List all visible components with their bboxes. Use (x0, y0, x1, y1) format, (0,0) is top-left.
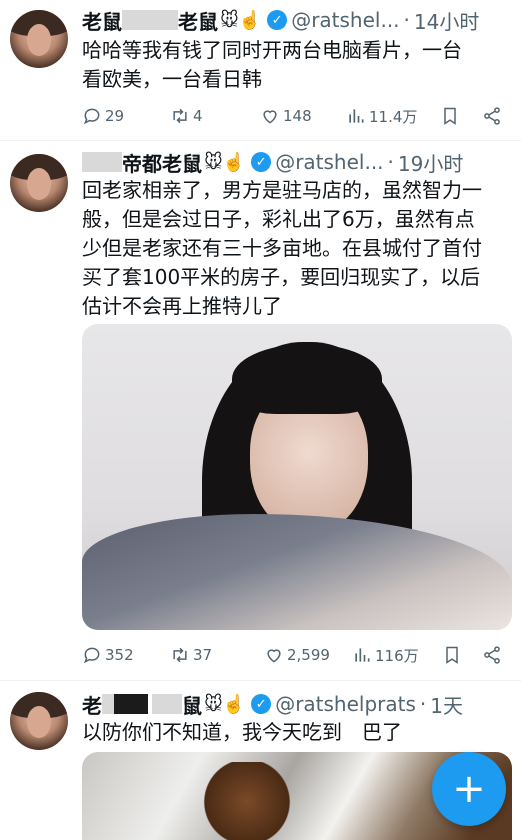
like-count: 2,599 (287, 646, 330, 664)
like-count: 148 (283, 107, 312, 125)
like-button[interactable]: 148 (260, 106, 346, 126)
avatar[interactable] (10, 10, 68, 68)
reply-icon (82, 106, 102, 126)
views-count: 116万 (375, 646, 419, 665)
tweet-text-line: 哈哈等我有钱了同时开两台电脑看片，一台 (82, 38, 462, 62)
reply-icon (82, 645, 102, 665)
tweet-text-line: 少但是老家还有三十多亩地。在县城付了首付 (82, 236, 482, 260)
reply-button[interactable]: 352 (82, 645, 170, 665)
compose-plus-icon[interactable]: + (432, 752, 506, 826)
views-count: 11.4万 (369, 107, 418, 126)
bookmark-icon (442, 645, 462, 665)
tweet-photo[interactable] (82, 324, 512, 630)
bookmark-button[interactable] (442, 645, 482, 665)
share-button[interactable] (482, 106, 502, 126)
timestamp[interactable]: 1天 (430, 690, 463, 718)
separator-dot: · (387, 150, 394, 174)
share-icon (482, 645, 502, 665)
tweet-text-line: 看欧美，一台看日韩 (82, 67, 262, 91)
verified-icon: ✓ (267, 10, 288, 30)
tweet-header: 帝都老鼠 🐭☝️ ✓ @ratshel... · 19小时 (82, 148, 513, 176)
redacted-name (102, 694, 114, 714)
timestamp[interactable]: 19小时 (398, 148, 463, 176)
verified-icon: ✓ (251, 694, 272, 714)
user-handle[interactable]: @ratshel... (275, 150, 383, 174)
user-handle[interactable]: @ratshel... (291, 8, 399, 32)
tweet-text-line: 般，但是会过日子，彩礼出了6万，虽然有点 (82, 207, 475, 231)
user-handle[interactable]: @ratshelprats (275, 692, 416, 716)
redacted-name-block (114, 694, 148, 714)
mouse-finger-emoji: 🐭☝️ (204, 151, 246, 173)
views-button[interactable]: 116万 (352, 645, 442, 666)
tweet-text: 回老家相亲了，男方是驻马店的，虽然智力一 般，但是会过日子，彩礼出了6万，虽然有… (82, 176, 507, 321)
display-name[interactable]: 老 (82, 690, 102, 718)
views-icon (346, 106, 366, 126)
display-name[interactable]: 老鼠 (82, 6, 122, 34)
reply-count: 29 (105, 107, 125, 125)
tweet-text: 哈哈等我有钱了同时开两台电脑看片，一台 看欧美，一台看日韩 (82, 36, 507, 94)
photo-bangs-shape (232, 344, 382, 414)
display-name[interactable]: 帝都老鼠 (122, 148, 202, 176)
views-icon (352, 645, 372, 665)
tweet-text-line: 买了套100平米的房子，要回归现实了，以后 (82, 265, 481, 289)
heart-icon (260, 106, 280, 126)
tweet-actions: 352 37 2,599 116万 (82, 643, 507, 667)
mouse-finger-emoji: 🐭☝️ (220, 9, 262, 31)
share-icon (482, 106, 502, 126)
display-name-suffix[interactable]: 老鼠 (178, 6, 218, 34)
like-button[interactable]: 2,599 (264, 645, 352, 665)
views-button[interactable]: 11.4万 (346, 106, 440, 127)
retweet-icon (170, 106, 190, 126)
tweet-text-line: 回老家相亲了，男方是驻马店的，虽然智力一 (82, 178, 482, 202)
retweet-count: 4 (193, 107, 203, 125)
photo-sweater-shape (82, 514, 512, 630)
verified-icon: ✓ (251, 152, 272, 172)
tweet-header: 老 鼠 🐭☝️ ✓ @ratshelprats · 1天 (82, 690, 513, 718)
redacted-name (122, 10, 178, 30)
separator-dot: · (419, 692, 427, 716)
avatar[interactable] (10, 692, 68, 750)
retweet-icon (170, 645, 190, 665)
reply-count: 352 (105, 646, 134, 664)
tweet-header: 老鼠 老鼠 🐭☝️ ✓ @ratshel... · 14小时 (82, 6, 513, 34)
retweet-button[interactable]: 37 (170, 645, 264, 665)
tweet-text: 以防你们不知道，我今天吃到 巴了 (82, 718, 507, 747)
tweet-actions: 29 4 148 11.4万 (82, 104, 507, 128)
mouse-finger-emoji: 🐭☝️ (204, 693, 246, 715)
retweet-count: 37 (193, 646, 213, 664)
separator-dot: · (403, 8, 410, 32)
tweet-text-line: 估计不会再上推特儿了 (82, 294, 282, 318)
tweet-1[interactable]: 老鼠 老鼠 🐭☝️ ✓ @ratshel... · 14小时 哈哈等我有钱了同时… (0, 0, 521, 140)
bookmark-icon (440, 106, 460, 126)
share-button[interactable] (482, 645, 502, 665)
tweet-2[interactable]: 帝都老鼠 🐭☝️ ✓ @ratshel... · 19小时 回老家相亲了，男方是… (0, 140, 521, 680)
retweet-button[interactable]: 4 (170, 106, 260, 126)
bookmark-button[interactable] (440, 106, 482, 126)
redacted-name (152, 694, 182, 714)
heart-icon (264, 645, 284, 665)
timestamp[interactable]: 14小时 (414, 6, 479, 34)
display-name-suffix[interactable]: 鼠 (182, 690, 202, 718)
tweet-text-line: 以防你们不知道，我今天吃到 巴了 (82, 720, 402, 744)
avatar[interactable] (10, 154, 68, 212)
redacted-name (82, 152, 122, 172)
reply-button[interactable]: 29 (82, 106, 170, 126)
